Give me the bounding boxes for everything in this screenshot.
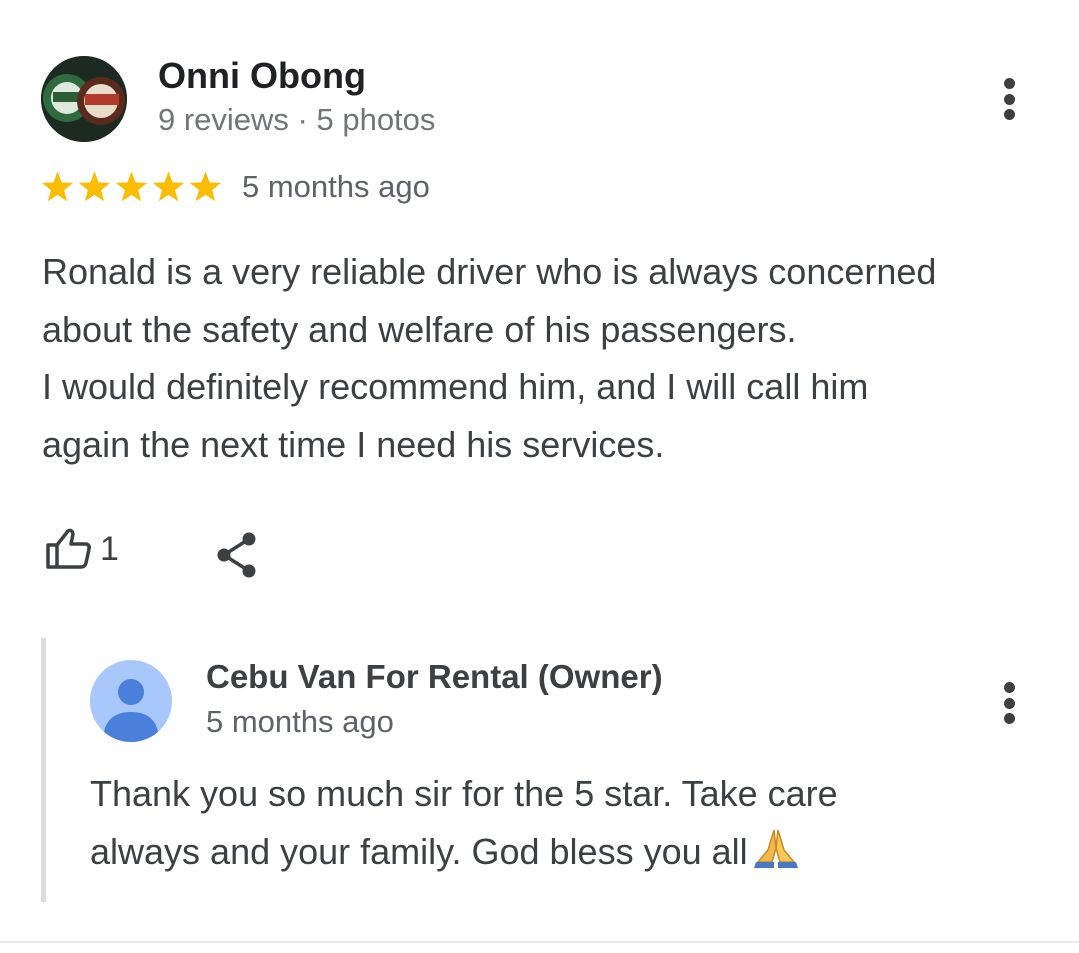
reply-text-line: always and your family. God bless you al… [90,831,748,872]
review-text-line: again the next time I need his services. [42,423,665,465]
person-icon [103,679,159,742]
review-text: Ronald is a very reliable driver who is … [42,243,1052,473]
thumbs-up-icon [46,528,91,569]
share-button[interactable] [214,531,260,584]
review-card: Onni Obong 9 reviews · 5 photos 5 months… [0,0,1079,953]
owner-name: Cebu Van For Rental (Owner) [206,658,663,695]
review-text-line: I would definitely recommend him, and I … [42,366,869,407]
reply-more-options-icon[interactable] [994,678,1024,728]
reviewer-name[interactable]: Onni Obong [158,55,366,97]
star-icon [189,171,222,202]
reviewer-meta: 9 reviews · 5 photos [158,102,436,137]
avatar-photo [41,56,127,142]
review-text-line: about the safety and welfare of his pass… [42,308,797,350]
reviewer-avatar[interactable] [41,56,127,142]
star-icon [115,171,148,202]
reply-text-line: Thank you so much sir for the 5 star. Ta… [90,773,838,814]
reply-indent-bar [41,638,46,902]
star-rating [40,170,223,205]
star-icon [152,171,185,202]
like-count: 1 [100,529,119,568]
share-icon [217,532,256,578]
review-more-options-icon[interactable] [994,74,1024,124]
reply-time: 5 months ago [206,704,394,739]
like-button[interactable]: 1 [44,527,119,571]
folded-hands-icon [752,827,800,885]
review-text-line: Ronald is a very reliable driver who is … [42,251,937,292]
divider [0,941,1079,943]
reply-text-line-2: always and your family. God bless you al… [90,823,970,885]
review-time: 5 months ago [242,169,430,204]
owner-avatar[interactable] [90,660,172,742]
reply-text: Thank you so much sir for the 5 star. Ta… [90,765,970,885]
star-icon [78,171,111,202]
star-icon [41,171,74,202]
